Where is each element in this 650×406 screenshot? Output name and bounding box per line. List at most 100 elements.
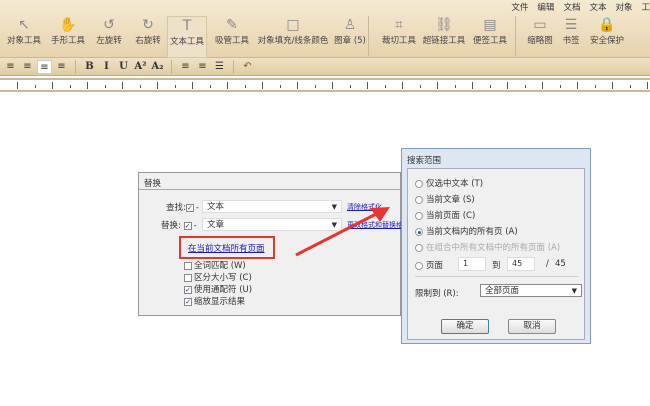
ruler-tick — [52, 82, 53, 89]
replace-checkbox[interactable]: ✓ — [183, 221, 192, 230]
superscript-icon[interactable]: A² — [133, 60, 148, 74]
scope-link[interactable]: 在当前文档所有页面 — [188, 242, 265, 254]
page-to-input[interactable]: 45 — [507, 257, 535, 271]
justify-icon[interactable]: ≡ — [54, 60, 69, 74]
tool-hand[interactable]: ✋ 手形工具 — [47, 16, 89, 58]
menu-item[interactable]: 文档 — [563, 1, 580, 13]
ruler-tick — [507, 82, 508, 89]
tool-bookmark-list[interactable]: ☰ 书签 — [559, 16, 583, 58]
limit-select[interactable]: 全部页面 ▼ — [480, 284, 582, 297]
scope-radio: 在组合中所有文档中的所有页面 (A) — [415, 241, 560, 257]
note-icon: ▤ — [483, 17, 497, 33]
menu-item[interactable]: 文件 — [511, 1, 528, 13]
subscript-icon[interactable]: A₂ — [150, 60, 165, 74]
align-center-icon[interactable]: ≡ — [20, 60, 35, 74]
tool-label: 对象填充/线条颜色 — [257, 36, 329, 46]
find-combo[interactable]: 文本 ▼ — [202, 200, 342, 213]
scope-radio[interactable]: 当前文档内的所有页 (A) — [415, 225, 560, 241]
ruler-tick — [227, 82, 228, 89]
ruler-tick — [139, 85, 141, 88]
to-label: 到 — [492, 261, 501, 271]
chevron-down-icon: ▼ — [331, 203, 337, 211]
line-spacing-2-icon[interactable]: ≡ — [195, 60, 210, 74]
underline-icon[interactable]: U — [116, 60, 131, 74]
ok-button[interactable]: 确定 — [441, 319, 489, 334]
line-spacing-1-icon[interactable]: ≡ — [178, 60, 193, 74]
tool-stamp[interactable]: ♙ 图章 (5) — [331, 16, 369, 58]
replace-combo[interactable]: 文章 ▼ — [202, 218, 342, 231]
ruler-tick — [279, 85, 281, 88]
tool-label: 对象工具 — [6, 36, 41, 46]
ruler-tick — [192, 82, 193, 89]
align-right-icon[interactable]: ≡ — [37, 59, 52, 74]
thumbnail-icon: ▭ — [533, 17, 547, 33]
slash: / — [546, 259, 549, 269]
text-icon: T — [182, 18, 192, 34]
stamp-icon: ♙ — [343, 17, 357, 33]
tool-text[interactable]: T 文本工具 — [167, 16, 207, 58]
tool-label: 安全保护 — [589, 36, 624, 46]
cursor-icon: ↖ — [18, 17, 30, 33]
menu-item[interactable]: 文本 — [589, 1, 606, 13]
tool-label: 文本工具 — [169, 37, 204, 47]
tool-rotate-left[interactable]: ↺ 左旋转 — [89, 16, 129, 58]
menu-item[interactable]: 工 — [641, 1, 650, 13]
menu-item[interactable]: 对象 — [615, 1, 632, 13]
italic-icon[interactable]: I — [99, 60, 114, 74]
tool-cursor[interactable]: ↖ 对象工具 — [2, 16, 46, 58]
tool-note[interactable]: ▤ 便签工具 — [470, 16, 510, 58]
tool-fill-color[interactable]: □ 对象填充/线条颜色 — [255, 16, 331, 58]
clear-format-link[interactable]: 清除格式化 — [347, 202, 382, 212]
ruler-tick — [437, 82, 438, 89]
tool-lock[interactable]: 🔒 安全保护 — [588, 16, 626, 58]
tool-eyedropper[interactable]: ✎ 吸管工具 — [210, 16, 254, 58]
ruler-tick — [174, 85, 176, 88]
option-checkbox[interactable]: 全词匹配 (W) — [184, 259, 252, 271]
tool-label: 书签 — [562, 36, 580, 46]
fill-color-icon: □ — [286, 17, 300, 33]
option-checkbox[interactable]: ✓ 使用通配符 (U) — [184, 283, 252, 295]
ruler-tick — [594, 85, 596, 88]
hand-icon: ✋ — [59, 17, 77, 33]
tool-thumbnail[interactable]: ▭ 缩略图 — [523, 16, 557, 58]
scope-radio[interactable]: 当前文章 (S) — [415, 193, 560, 209]
tool-label: 吸管工具 — [214, 36, 249, 46]
option-checkbox[interactable]: ✓ 缩放显示结果 — [184, 295, 252, 307]
rotate-left-icon: ↺ — [103, 17, 115, 33]
page-range-radio[interactable]: 页面 — [415, 259, 443, 271]
tool-link[interactable]: ⛓ 超链接工具 — [420, 16, 468, 58]
ruler-tick — [419, 85, 421, 88]
cancel-button[interactable]: 取消 — [508, 319, 556, 334]
option-checkbox[interactable]: 区分大小写 (C) — [184, 271, 252, 283]
align-left-icon[interactable]: ≡ — [3, 60, 18, 74]
tool-label: 裁切工具 — [381, 36, 416, 46]
main-toolbar: 文件 编辑 文档 文本 对象工 ↖ 对象工具 ✋ 手形工具 ↺ 左旋转 ↻ 右旋转 T 文本工具 ✎ 吸管工具… — [0, 0, 650, 58]
find-label-row: 查找:✓ - — [166, 203, 199, 213]
lock-icon: 🔒 — [598, 17, 616, 33]
bookmark-list-icon: ☰ — [564, 17, 578, 33]
ruler-tick — [69, 85, 71, 88]
bold-icon[interactable]: B — [82, 60, 97, 74]
page-from-input[interactable]: 1 — [458, 257, 486, 271]
ruler-tick — [87, 82, 88, 89]
limit-value: 全部页面 — [485, 286, 520, 296]
chevron-down-icon: ▼ — [571, 287, 577, 295]
scope-radio[interactable]: 仅选中文本 (T) — [415, 177, 560, 193]
replace-panel: 替换 查找:✓ - 文本 ▼ 清除格式化 替换: ✓ - 文章 ▼ 更改格式和替换格式 … — [138, 172, 410, 316]
replace-label: 替换: — [161, 221, 181, 231]
find-checkbox[interactable]: ✓ — [185, 203, 194, 212]
scope-radio[interactable]: 当前页面 (C) — [415, 209, 560, 225]
tool-label: 右旋转 — [135, 36, 161, 46]
ruler-tick — [17, 82, 18, 89]
ruler-tick — [577, 82, 578, 89]
tool-rotate-right[interactable]: ↻ 右旋转 — [128, 16, 168, 58]
toolbar-separator — [515, 16, 516, 56]
ruler-tick — [262, 82, 263, 89]
eyedropper-icon: ✎ — [226, 17, 238, 33]
menu-item[interactable]: 编辑 — [537, 1, 554, 13]
line-spacing-3-icon[interactable]: ☰ — [212, 60, 227, 74]
tool-crop[interactable]: ⌗ 裁切工具 — [379, 16, 419, 58]
ruler-tick — [647, 82, 648, 89]
ruler-tick — [34, 85, 36, 88]
undo-icon[interactable]: ↶ — [240, 60, 255, 74]
